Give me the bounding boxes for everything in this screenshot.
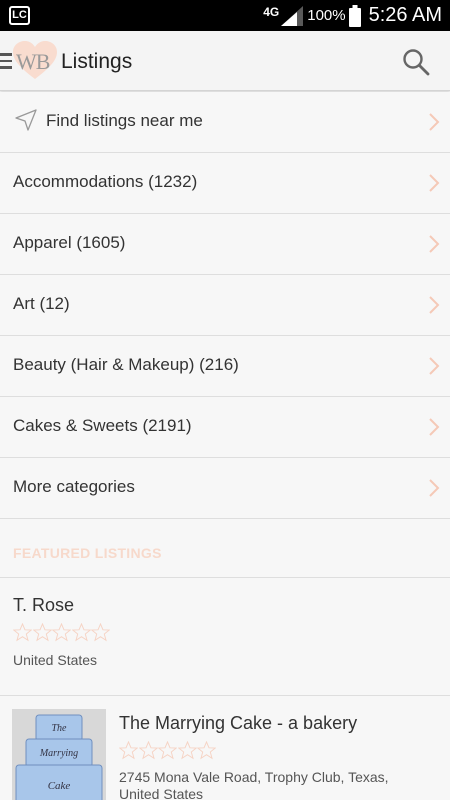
- hamburger-menu-icon[interactable]: [0, 53, 12, 69]
- signal-icon: [281, 5, 304, 26]
- thumb-word: Marrying: [39, 748, 78, 759]
- chevron-right-icon: [429, 235, 440, 253]
- category-item-accommodations[interactable]: Accommodations (1232): [0, 153, 450, 214]
- star-outline-icon: [158, 741, 177, 760]
- star-outline-icon: [32, 623, 52, 642]
- category-item-art[interactable]: Art (12): [0, 275, 450, 336]
- listing-address: 2745 Mona Vale Road, Trophy Club, Texas,…: [119, 769, 439, 800]
- rating-stars: [119, 741, 217, 760]
- chevron-right-icon: [429, 479, 440, 497]
- category-item-apparel[interactable]: Apparel (1605): [0, 214, 450, 275]
- listing-name: T. Rose: [13, 595, 75, 615]
- star-outline-icon: [71, 623, 91, 642]
- featured-listing-card[interactable]: The Marrying Cake The Marrying Cake - a …: [0, 697, 450, 800]
- search-icon[interactable]: [402, 48, 430, 76]
- featured-listings-header: FEATURED LISTINGS: [13, 545, 162, 561]
- battery-percent: 100%: [307, 7, 346, 24]
- page-title: Listings: [61, 50, 133, 73]
- status-bar: LC 4G 100% 5:26 AM: [0, 0, 450, 31]
- chevron-right-icon: [429, 418, 440, 436]
- listing-thumbnail: The Marrying Cake: [12, 709, 106, 800]
- logo-text: WB: [16, 49, 50, 74]
- thumb-word: Cake: [48, 780, 71, 792]
- carrier-badge: LC: [9, 6, 30, 25]
- chevron-right-icon: [429, 174, 440, 192]
- thumb-word: The: [52, 723, 68, 734]
- category-item-cakes-sweets[interactable]: Cakes & Sweets (2191): [0, 397, 450, 458]
- category-label: Cakes & Sweets (2191): [13, 416, 192, 435]
- chevron-right-icon: [429, 113, 440, 131]
- category-label: Apparel (1605): [13, 233, 126, 252]
- app-bar: WB Listings: [0, 31, 450, 91]
- find-near-me-label: Find listings near me: [46, 111, 203, 130]
- category-item-beauty[interactable]: Beauty (Hair & Makeup) (216): [0, 336, 450, 397]
- clock: 5:26 AM: [368, 4, 442, 26]
- chevron-right-icon: [429, 296, 440, 314]
- star-outline-icon: [91, 623, 110, 642]
- category-label: Accommodations (1232): [13, 172, 198, 191]
- category-item-more[interactable]: More categories: [0, 458, 450, 519]
- status-indicators: 4G 100% 5:26 AM: [263, 0, 442, 31]
- star-outline-icon: [197, 741, 216, 760]
- star-outline-icon: [119, 741, 138, 760]
- navigation-arrow-icon: [15, 109, 37, 131]
- address-line-1: 2745 Mona Vale Road, Trophy Club, Texas,: [119, 769, 389, 785]
- network-type: 4G: [263, 4, 280, 19]
- rating-stars: [13, 623, 111, 642]
- battery-icon: [348, 4, 361, 27]
- chevron-right-icon: [429, 357, 440, 375]
- star-outline-icon: [177, 741, 197, 760]
- find-near-me-item[interactable]: Find listings near me: [0, 92, 450, 153]
- category-label: Art (12): [13, 294, 70, 313]
- featured-listing-card[interactable]: T. Rose United States: [0, 578, 450, 696]
- listing-location: United States: [13, 652, 98, 668]
- star-outline-icon: [138, 741, 158, 760]
- cake-image: The Marrying Cake: [12, 709, 106, 800]
- listing-name: The Marrying Cake - a bakery: [119, 713, 358, 733]
- star-outline-icon: [52, 623, 71, 642]
- address-line-2: United States: [119, 786, 204, 800]
- notification-area: LC: [9, 5, 30, 25]
- category-label: Beauty (Hair & Makeup) (216): [13, 355, 239, 374]
- category-label: More categories: [13, 477, 135, 496]
- star-outline-icon: [13, 623, 32, 642]
- category-list: Find listings near me Accommodations (12…: [0, 92, 450, 519]
